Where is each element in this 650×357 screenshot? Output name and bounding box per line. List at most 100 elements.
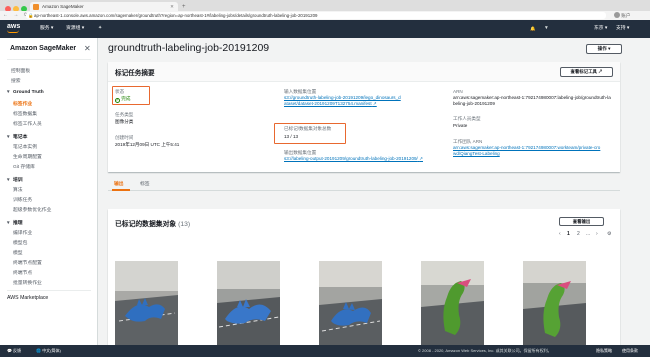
page-1[interactable]: 1 (567, 231, 570, 237)
tab-output[interactable]: 输出 (114, 180, 124, 187)
pin-icon[interactable]: ✦ (98, 20, 102, 38)
view-labeling-tool-button[interactable]: 查看标记工具 ↗ (560, 67, 613, 77)
sidebar-section-label: 培训 (13, 178, 23, 183)
task-type-value: 图像分类 (115, 119, 134, 124)
support-menu[interactable]: 支持 ▾ (616, 20, 629, 38)
created-label: 创建时间 (115, 135, 134, 140)
settings-icon[interactable]: ⚙ (607, 231, 611, 237)
bell-icon[interactable]: 🔔 (530, 20, 535, 38)
lock-icon: 🔒 (28, 13, 34, 18)
browser-account[interactable]: 账户 (614, 11, 646, 20)
page-title: groundtruth-labeling-job-20191209 (108, 42, 270, 54)
dataset-image-thumbnail[interactable] (115, 261, 178, 345)
sidebar-divider (7, 59, 91, 60)
resource-groups-menu[interactable]: 资源组 ▾ (66, 20, 84, 38)
aws-logo[interactable]: aws (7, 23, 20, 33)
profile-icon (614, 12, 620, 18)
sidebar-item-endpoints[interactable]: 终端节点 (13, 269, 32, 276)
worker-type-label: 工作人员类型 (453, 116, 481, 121)
sidebar-section-inference[interactable]: ▾ 推理 (7, 219, 23, 226)
account-menu[interactable]: ▼ (544, 20, 549, 38)
sidebar-divider (7, 290, 91, 291)
next-page-icon[interactable]: › (596, 231, 598, 237)
region-menu[interactable]: 东京 ▾ (594, 20, 607, 38)
status-label: 状态 (115, 89, 125, 94)
actions-button[interactable]: 操作 ▾ (586, 44, 622, 54)
close-sidebar-icon[interactable]: ✕ (84, 44, 91, 53)
input-location-link[interactable]: s3://groundtruth-labeling-job-20191209/l… (284, 95, 402, 108)
url-field[interactable]: 🔒 ap-northeast-1.console.aws.amazon.com/… (26, 12, 606, 19)
privacy-link[interactable]: 隐私策略 (596, 345, 612, 357)
sidebar-item-endpoint-configs[interactable]: 终端节点配置 (13, 259, 42, 266)
page-scrollbar[interactable] (636, 41, 644, 345)
check-circle-icon: ✓ (115, 98, 120, 103)
task-type-label: 任务类型 (115, 112, 134, 117)
blue-dinosaur-image (217, 261, 280, 345)
blue-dinosaur-image (319, 261, 382, 345)
active-tab-indicator (112, 189, 130, 191)
labeled-count-label: 已标记/数据集对象总数 (284, 126, 332, 131)
sidebar-section-training[interactable]: ▾ 培训 (7, 176, 23, 183)
sidebar-item-models[interactable]: 模型 (13, 249, 23, 256)
dataset-image-thumbnail[interactable] (421, 261, 484, 345)
dataset-title: 已标记的数据集对象 (13) (115, 218, 190, 228)
dataset-image-thumbnail[interactable] (319, 261, 382, 345)
page-2[interactable]: 2 (577, 231, 580, 237)
sidebar-item-search[interactable]: 搜索 (11, 77, 21, 84)
sidebar-item-compile-jobs[interactable]: 编译作业 (13, 229, 32, 236)
tab-labels[interactable]: 标签 (140, 180, 150, 187)
services-menu[interactable]: 服务 ▾ (40, 20, 53, 38)
address-bar-row: ← → ⟳ 🔒 ap-northeast-1.console.aws.amazo… (0, 11, 650, 20)
sidebar-item-model-packages[interactable]: 模型包 (13, 239, 27, 246)
language-label: 中文(简体) (42, 348, 61, 353)
console-footer: 💬 反馈 🌐 中文(简体) © 2008 - 2020, Amazon Web … (0, 345, 650, 357)
view-output-button[interactable]: 查看输出 (559, 217, 604, 226)
sidebar-item-labeling-workforces[interactable]: 标签工作人员 (13, 120, 42, 127)
aws-top-nav: aws 服务 ▾ 资源组 ▾ ✦ 🔔 ▼ 东京 ▾ 支持 ▾ (0, 20, 650, 38)
tab-bar: 输出 标签 (108, 178, 620, 191)
sidebar-item-dashboard[interactable]: 控制面板 (11, 67, 30, 74)
sidebar-item-git-repos[interactable]: Git 存储库 (13, 163, 35, 170)
url-text: ap-northeast-1.console.aws.amazon.com/sa… (34, 13, 318, 18)
language-selector[interactable]: 🌐 中文(简体) (36, 345, 61, 357)
summary-title: 标记任务摘要 (115, 70, 155, 77)
browser-tab-title: Amazon SageMaker (42, 4, 84, 9)
main-content: groundtruth-labeling-job-20191209 操作 ▾ 标… (98, 38, 650, 345)
sidebar-item-labeling-jobs[interactable]: 标签作业 (13, 100, 32, 107)
pagination: ‹ 1 2 ... › ⚙ (556, 231, 616, 239)
sidebar-item-marketplace[interactable]: AWS Marketplace (7, 295, 48, 301)
sidebar-item-batch-transform[interactable]: 批量转换作业 (13, 279, 42, 286)
prev-page-icon[interactable]: ‹ (559, 231, 561, 237)
external-link-icon: ↗ (419, 156, 423, 161)
input-location-text: s3://groundtruth-labeling-job-20191209/l… (284, 95, 401, 107)
output-location-text: s3://labeling-output-20191209/groundtrut… (284, 156, 418, 161)
dataset-title-text: 已标记的数据集对象 (115, 221, 177, 228)
output-location-link[interactable]: s3://labeling-output-20191209/groundtrut… (284, 156, 444, 162)
sidebar-item-hyperparameter-jobs[interactable]: 超级参数优化作业 (13, 206, 51, 213)
sidebar-item-training-jobs[interactable]: 训练任务 (13, 196, 32, 203)
sidebar-section-ground-truth[interactable]: ▾ Ground Truth (7, 90, 44, 95)
sidebar-section-label: 笔记本 (13, 135, 28, 140)
sidebar-item-lifecycle-configs[interactable]: 生命周期配置 (13, 153, 42, 160)
status-text: 完成 (121, 96, 131, 101)
copyright: © 2008 - 2020, Amazon Web Services, Inc.… (418, 348, 552, 353)
summary-header: 标记任务摘要 查看标记工具 ↗ (108, 62, 620, 82)
dataset-image-thumbnail[interactable] (523, 261, 586, 345)
sidebar-item-notebook-instances[interactable]: 笔记本实例 (13, 143, 37, 150)
aws-smile-icon (7, 30, 19, 33)
external-link-icon: ↗ (372, 101, 377, 107)
sidebar-title: Amazon SageMaker (10, 45, 77, 52)
sidebar-section-notebook[interactable]: ▾ 笔记本 (7, 133, 27, 140)
arn-label: ARN (453, 89, 463, 94)
feedback-link[interactable]: 💬 反馈 (7, 345, 21, 357)
sidebar-item-labeling-datasets[interactable]: 标签数据集 (13, 110, 37, 117)
terms-link[interactable]: 使用条款 (622, 345, 638, 357)
workteam-arn-link[interactable]: arn:aws:sagemaker:ap-northeast-1:7921749… (453, 145, 603, 158)
sidebar: Amazon SageMaker ✕ 控制面板 搜索 ▾ Ground Truth… (0, 38, 98, 345)
green-dinosaur-image (523, 261, 586, 345)
sidebar-section-label: 推理 (13, 221, 23, 226)
labeled-dataset-panel: 已标记的数据集对象 (13) 查看输出 ‹ 1 2 ... › ⚙ (108, 209, 620, 345)
sidebar-item-algorithms[interactable]: 算法 (13, 186, 23, 193)
dataset-image-thumbnail[interactable] (217, 261, 280, 345)
feedback-label: 反馈 (13, 348, 22, 353)
